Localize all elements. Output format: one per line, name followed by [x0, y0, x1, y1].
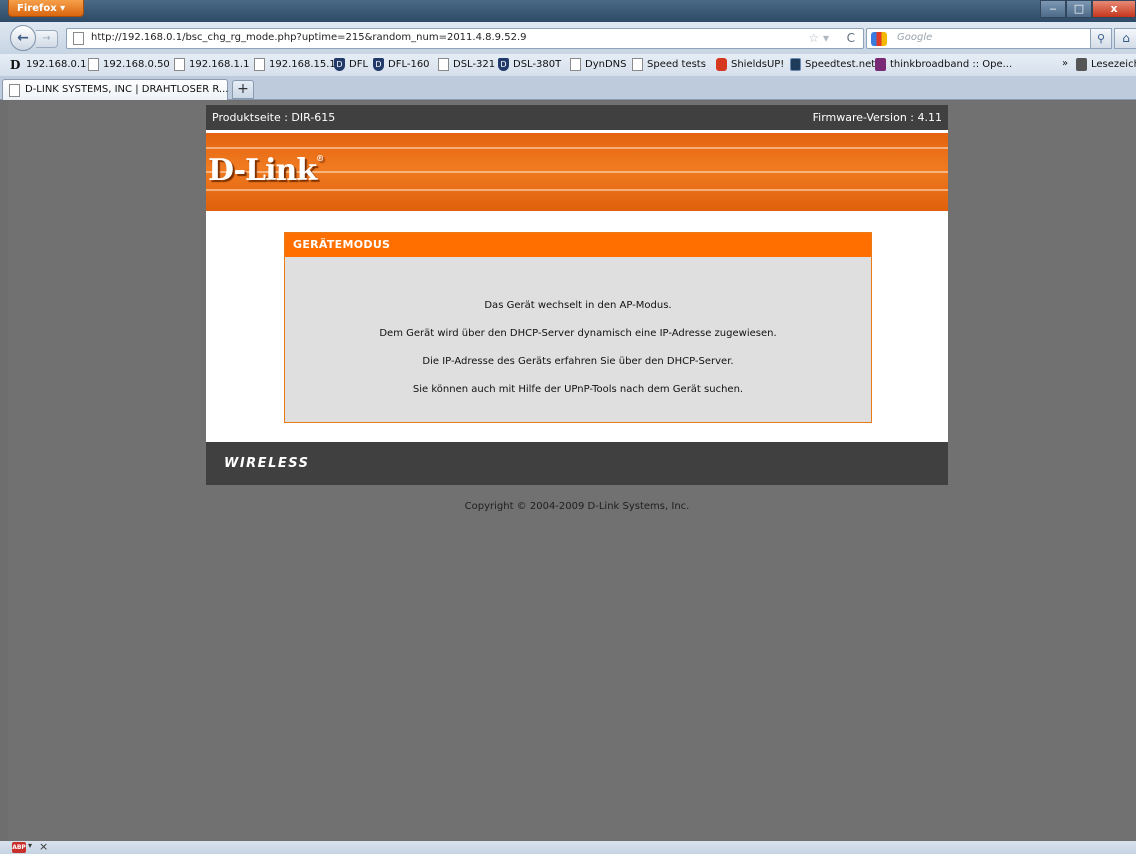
bookmark-label: 192.168.15.1 [269, 59, 336, 70]
bookmark-item[interactable]: D DFL [334, 58, 368, 71]
page-icon [254, 58, 265, 71]
shield-icon: D [334, 58, 345, 71]
page-icon [9, 84, 20, 97]
bookmarks-folder-icon [1076, 58, 1087, 71]
close-addon-bar-icon[interactable]: × [39, 840, 48, 853]
panel-title: GERÄTEMODUS [285, 233, 871, 257]
bookmarks-menu-button[interactable]: Lesezeichen [1076, 58, 1136, 71]
address-bar[interactable]: http://192.168.0.1/bsc_chg_rg_mode.php?u… [66, 28, 864, 49]
close-window-button[interactable]: x [1092, 0, 1136, 18]
thinkbroadband-icon [875, 58, 886, 71]
status-bar: ABP ▾ × [0, 840, 1136, 854]
google-icon[interactable] [871, 32, 887, 46]
wireless-logo: WIRELESS [224, 456, 310, 471]
maximize-button[interactable]: □ [1066, 0, 1092, 18]
dlink-banner: D-Link® [206, 133, 948, 211]
bookmark-item[interactable]: ShieldsUP! [716, 58, 784, 71]
device-mode-panel: GERÄTEMODUS Das Gerät wechselt in den AP… [284, 232, 872, 423]
address-bar-url: http://192.168.0.1/bsc_chg_rg_mode.php?u… [91, 32, 527, 43]
bookmark-item[interactable]: Speed tests [632, 58, 706, 71]
page-viewport: Produktseite : DIR-615 Firmware-Version … [8, 101, 1136, 841]
speedtest-icon [790, 58, 801, 71]
bookmark-label: 192.168.1.1 [189, 59, 250, 70]
page-icon [438, 58, 449, 71]
logo-text: D-Link [208, 153, 317, 188]
bookmark-label: DSL-321 [453, 59, 496, 70]
bookmark-item[interactable]: thinkbroadband :: Ope... [875, 58, 1012, 71]
bookmark-label: 192.168.0.50 [103, 59, 170, 70]
bookmark-item[interactable]: DynDNS [570, 58, 626, 71]
dlink-d-icon: D [10, 58, 21, 72]
bookmark-star-icon[interactable]: ☆ ▾ [808, 31, 829, 45]
bookmark-item[interactable]: 192.168.1.1 [174, 58, 249, 71]
bookmark-item[interactable]: D DFL-160 [373, 58, 430, 71]
reload-icon[interactable]: C [847, 31, 855, 45]
tab-dlink[interactable]: D-LINK SYSTEMS, INC | DRAHTLOSER R... [2, 79, 228, 100]
bookmark-label: DynDNS [585, 59, 627, 70]
bookmark-item[interactable]: 192.168.15.1 [254, 58, 336, 71]
message-line: Dem Gerät wird über den DHCP-Server dyna… [379, 328, 777, 339]
bookmark-label: ShieldsUP! [731, 59, 785, 70]
dlink-logo: D-Link® [208, 153, 324, 188]
message-line: Das Gerät wechselt in den AP-Modus. [484, 300, 672, 311]
bookmark-label: DSL-380T [513, 59, 562, 70]
search-input[interactable]: Google [866, 28, 1094, 49]
home-icon[interactable]: ⌂ [1114, 28, 1136, 49]
banner-stripe [206, 147, 948, 149]
bookmark-label: Speedtest.net [805, 59, 876, 70]
copyright-text: Copyright © 2004-2009 D-Link Systems, In… [464, 501, 690, 512]
search-icon[interactable]: ⚲ [1090, 28, 1112, 49]
firefox-menu-button[interactable]: Firefox ▾ [8, 0, 84, 17]
minimize-button[interactable]: ‒ [1040, 0, 1066, 18]
page-icon [174, 58, 185, 71]
bookmarks-menu-label: Lesezeichen [1091, 59, 1136, 70]
product-label: Produktseite : DIR-615 [212, 111, 336, 124]
new-tab-button[interactable]: + [232, 80, 254, 99]
search-placeholder: Google [897, 32, 933, 43]
message-line: Sie können auch mit Hilfe der UPnP-Tools… [412, 384, 744, 395]
window-titlebar: Firefox ▾ ‒ □ x [0, 0, 1136, 22]
adblock-icon[interactable]: ABP [12, 842, 26, 853]
registered-mark: ® [316, 153, 324, 163]
bookmark-item[interactable]: D 192.168.0.1 [10, 58, 87, 72]
shield-icon: D [373, 58, 384, 71]
page-icon [632, 58, 643, 71]
shield-icon: D [498, 58, 509, 71]
tab-title: D-LINK SYSTEMS, INC | DRAHTLOSER R... [25, 84, 229, 95]
navigation-toolbar: ← → http://192.168.0.1/bsc_chg_rg_mode.p… [0, 22, 1136, 54]
back-button[interactable]: ← [10, 25, 36, 51]
page-icon [73, 32, 84, 45]
main-content: GERÄTEMODUS Das Gerät wechselt in den AP… [206, 211, 948, 442]
firmware-label: Firmware-Version : 4.11 [812, 111, 942, 124]
bookmark-label: 192.168.0.1 [26, 59, 87, 70]
bookmark-label: Speed tests [647, 59, 706, 70]
bookmark-item[interactable]: D DSL-380T [498, 58, 561, 71]
bookmark-label: DFL-160 [388, 59, 430, 70]
bookmark-item[interactable]: 192.168.0.50 [88, 58, 170, 71]
footer-bar: WIRELESS [206, 442, 948, 485]
tab-strip: D-LINK SYSTEMS, INC | DRAHTLOSER R... + [0, 76, 1136, 100]
adblock-menu-arrow-icon[interactable]: ▾ [28, 841, 32, 850]
router-page: Produktseite : DIR-615 Firmware-Version … [206, 105, 948, 512]
forward-button[interactable]: → [36, 30, 58, 48]
bookmark-item[interactable]: Speedtest.net [790, 58, 875, 71]
product-info-bar: Produktseite : DIR-615 Firmware-Version … [206, 105, 948, 130]
shieldsup-icon [716, 58, 727, 71]
overflow-chevron-icon: » [1062, 58, 1069, 69]
window-controls: ‒ □ x [1040, 0, 1136, 18]
bookmark-label: DFL [349, 59, 369, 70]
bookmark-item[interactable]: DSL-321 [438, 58, 495, 71]
bookmarks-toolbar: D 192.168.0.1 192.168.0.50 192.168.1.1 19… [0, 54, 1136, 76]
bookmark-label: thinkbroadband :: Ope... [890, 59, 1013, 70]
firefox-menu-label: Firefox [17, 3, 57, 14]
banner-stripe [206, 189, 948, 191]
page-icon [570, 58, 581, 71]
message-line: Die IP-Adresse des Geräts erfahren Sie ü… [422, 356, 734, 367]
page-icon [88, 58, 99, 71]
bookmarks-overflow-button[interactable]: » [1062, 58, 1068, 69]
